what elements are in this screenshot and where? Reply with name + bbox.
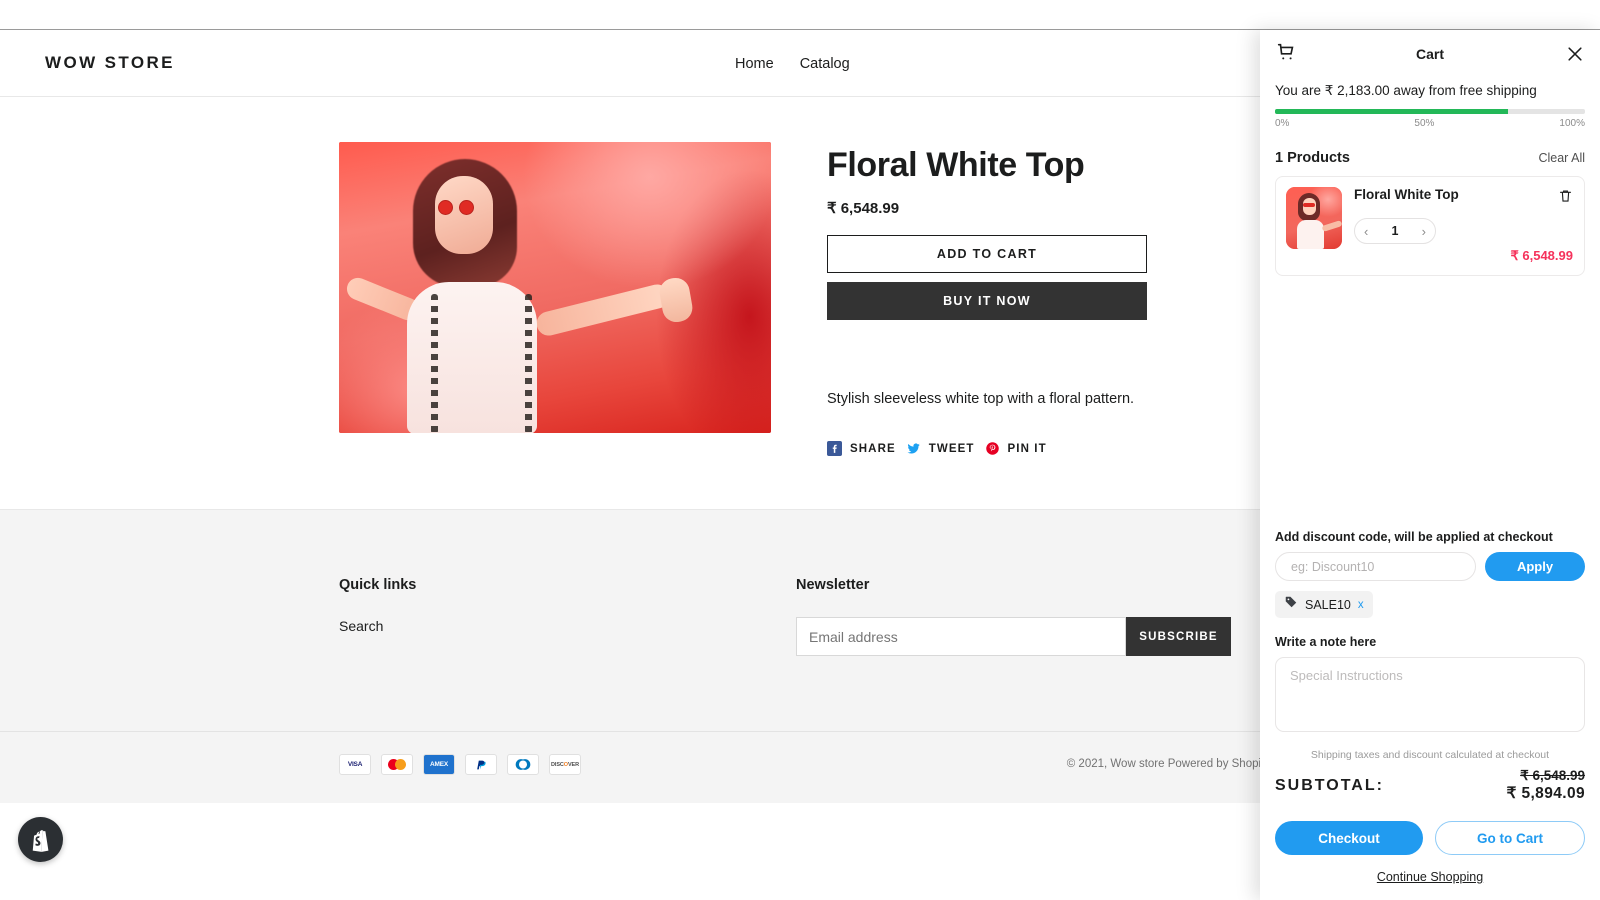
quantity-increment-button[interactable]: ›: [1422, 225, 1426, 238]
close-icon[interactable]: [1565, 44, 1585, 64]
progress-tick-50: 50%: [1414, 118, 1435, 129]
cart-items-list: Floral White Top ‹ 1 › ₹ 6,548.99: [1260, 166, 1600, 276]
share-twitter-label: TWEET: [928, 442, 975, 455]
payment-methods-row: VISA AMEX DISCOVER: [339, 754, 581, 775]
share-facebook-button[interactable]: SHARE: [827, 441, 896, 456]
product-photo-background: [339, 142, 771, 433]
discover-icon: DISCOVER: [549, 754, 581, 775]
applied-discount-code: SALE10: [1305, 597, 1351, 612]
diners-club-icon: [507, 754, 539, 775]
product-details: Floral White Top ₹ 6,548.99 ADD TO CART …: [827, 142, 1247, 456]
subtotal-final-price: ₹ 5,894.09: [1506, 785, 1585, 802]
page-title: Floral White Top: [827, 146, 1085, 184]
buy-it-now-button[interactable]: BUY IT NOW: [827, 282, 1147, 320]
floral-trim-left: [431, 294, 438, 433]
mastercard-icon: [381, 754, 413, 775]
subtotal-row: SUBTOTAL: ₹ 6,548.99 ₹ 5,894.09: [1275, 768, 1585, 803]
cart-item-price: ₹ 6,548.99: [1510, 248, 1574, 263]
quantity-decrement-button[interactable]: ‹: [1364, 225, 1368, 238]
share-facebook-label: SHARE: [850, 442, 896, 455]
primary-nav: Home Catalog: [735, 30, 850, 97]
share-pinterest-button[interactable]: PIN IT: [985, 441, 1047, 456]
pinterest-icon: [985, 441, 1000, 456]
cart-title: Cart: [1415, 46, 1444, 62]
social-share-row: SHARE TWEET PIN IT: [827, 441, 1247, 456]
cart-footer-section: Add discount code, will be applied at ch…: [1260, 530, 1600, 900]
sunglasses-icon: [438, 200, 488, 215]
email-field[interactable]: [796, 617, 1126, 656]
footer-newsletter-heading: Newsletter: [796, 577, 870, 593]
facebook-icon: [827, 441, 842, 456]
paypal-icon: [465, 754, 497, 775]
cart-products-count: 1 Products: [1275, 150, 1350, 166]
cart-header: Cart: [1260, 30, 1600, 78]
apply-discount-button[interactable]: Apply: [1485, 552, 1585, 581]
product-image[interactable]: [339, 142, 771, 433]
cart-item-row: Floral White Top ‹ 1 › ₹ 6,548.99: [1275, 176, 1585, 276]
progress-ticks: 0% 50% 100%: [1275, 118, 1585, 129]
cart-drawer: Cart You are ₹ 2,183.00 away from free s…: [1260, 30, 1600, 900]
subscribe-button[interactable]: SUBSCRIBE: [1126, 617, 1231, 656]
browser-top-strip: [0, 0, 1600, 30]
browser-viewport: WOW STORE Home Catalog Floral White Top: [0, 0, 1600, 900]
floral-trim-right: [525, 294, 532, 433]
footer-newsletter: Newsletter SUBSCRIBE: [796, 577, 1231, 656]
footer-link-search[interactable]: Search: [339, 618, 416, 634]
continue-shopping-link[interactable]: Continue Shopping: [1275, 870, 1585, 900]
product-description: Stylish sleeveless white top with a flor…: [827, 391, 1135, 407]
shopify-badge-icon[interactable]: [18, 817, 63, 862]
progress-tick-0: 0%: [1275, 118, 1290, 129]
quantity-value: 1: [1391, 224, 1399, 238]
newsletter-form: SUBSCRIBE: [796, 617, 1231, 656]
progress-tick-100: 100%: [1559, 118, 1585, 129]
checkout-button[interactable]: Checkout: [1275, 821, 1423, 855]
nav-item-catalog[interactable]: Catalog: [800, 56, 850, 72]
quantity-stepper: ‹ 1 ›: [1354, 218, 1436, 244]
go-to-cart-button[interactable]: Go to Cart: [1435, 821, 1585, 855]
discount-form: Apply: [1275, 552, 1585, 581]
nav-item-home[interactable]: Home: [735, 56, 774, 72]
discount-code-input[interactable]: [1275, 552, 1476, 581]
discount-heading: Add discount code, will be applied at ch…: [1275, 530, 1553, 544]
model-face: [435, 176, 493, 254]
amex-icon: AMEX: [423, 754, 455, 775]
cart-products-header: 1 Products Clear All: [1260, 150, 1600, 166]
footer-quick-links-heading: Quick links: [339, 577, 417, 593]
subtotal-original-price: ₹ 6,548.99: [1520, 768, 1585, 783]
store-brand-logo[interactable]: WOW STORE: [45, 53, 175, 73]
cart-item-thumbnail[interactable]: [1286, 187, 1342, 249]
remove-discount-button[interactable]: x: [1358, 599, 1364, 611]
twitter-icon: [906, 441, 921, 456]
note-heading: Write a note here: [1275, 635, 1377, 649]
trash-icon[interactable]: [1558, 188, 1573, 209]
add-to-cart-button[interactable]: ADD TO CART: [827, 235, 1147, 273]
visa-icon: VISA: [339, 754, 371, 775]
footer-quick-links: Quick links Search: [339, 577, 416, 634]
subtotal-values: ₹ 6,548.99 ₹ 5,894.09: [1506, 768, 1585, 803]
progress-fill: [1275, 109, 1508, 114]
product-price: ₹ 6,548.99: [827, 200, 900, 217]
clear-all-button[interactable]: Clear All: [1538, 151, 1585, 165]
free-shipping-progress: 0% 50% 100%: [1260, 109, 1600, 129]
model-white-top: [407, 282, 537, 433]
tag-icon: [1284, 595, 1298, 614]
progress-track: [1275, 109, 1585, 114]
share-twitter-button[interactable]: TWEET: [906, 441, 975, 456]
order-note-textarea[interactable]: [1275, 657, 1585, 732]
applied-discount-chip: SALE10 x: [1275, 591, 1373, 618]
free-shipping-message: You are ₹ 2,183.00 away from free shippi…: [1275, 83, 1537, 98]
cart-item-name: Floral White Top: [1354, 187, 1459, 202]
share-pinterest-label: PIN IT: [1007, 442, 1047, 455]
copyright-text: © 2021, Wow store Powered by Shopify: [1066, 758, 1270, 770]
cart-actions: Checkout Go to Cart: [1275, 821, 1585, 855]
subtotal-label: SUBTOTAL:: [1275, 776, 1384, 794]
shipping-note: Shipping taxes and discount calculated a…: [1310, 749, 1550, 761]
